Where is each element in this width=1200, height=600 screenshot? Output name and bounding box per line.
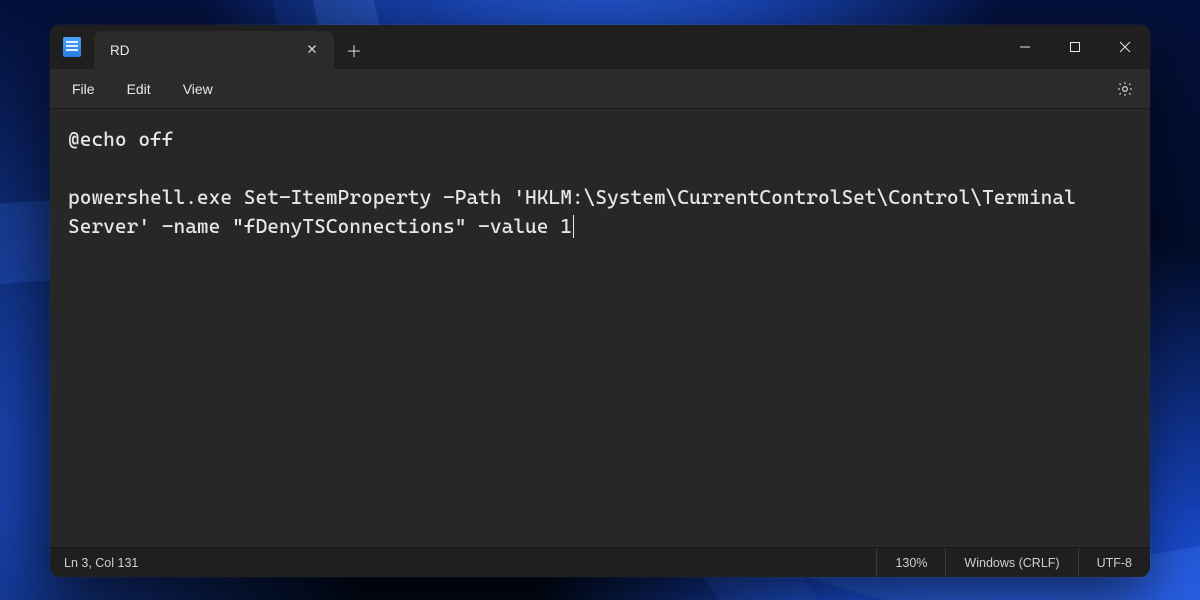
- close-window-button[interactable]: [1100, 25, 1150, 69]
- window-controls: [1000, 25, 1150, 69]
- notepad-icon: [63, 37, 81, 57]
- titlebar-drag-region[interactable]: [374, 25, 1000, 69]
- tab-active[interactable]: RD ✕: [94, 31, 334, 69]
- statusbar: Ln 3, Col 131 130% Windows (CRLF) UTF-8: [50, 547, 1150, 577]
- tab-title: RD: [110, 43, 290, 58]
- minimize-button[interactable]: [1000, 25, 1050, 69]
- status-line-ending[interactable]: Windows (CRLF): [945, 548, 1077, 577]
- editor-content: @echo off powershell.exe Set-ItemPropert…: [68, 127, 1088, 238]
- menu-view[interactable]: View: [169, 75, 227, 103]
- tab-close-button[interactable]: ✕: [300, 38, 324, 62]
- minimize-icon: [1019, 41, 1031, 53]
- close-icon: [1119, 41, 1131, 53]
- status-encoding[interactable]: UTF-8: [1078, 548, 1150, 577]
- menubar: File Edit View: [50, 69, 1150, 109]
- status-cursor-position: Ln 3, Col 131: [50, 548, 156, 577]
- text-editor[interactable]: @echo off powershell.exe Set-ItemPropert…: [50, 109, 1150, 547]
- gear-icon: [1116, 80, 1134, 98]
- notepad-app-icon: [50, 25, 94, 69]
- menu-edit[interactable]: Edit: [113, 75, 165, 103]
- settings-button[interactable]: [1108, 72, 1142, 106]
- maximize-icon: [1069, 41, 1081, 53]
- new-tab-button[interactable]: ＋: [334, 31, 374, 69]
- notepad-window: RD ✕ ＋ File Edit View @echo o: [50, 25, 1150, 577]
- menu-file[interactable]: File: [58, 75, 109, 103]
- text-caret: [573, 215, 574, 238]
- titlebar[interactable]: RD ✕ ＋: [50, 25, 1150, 69]
- maximize-button[interactable]: [1050, 25, 1100, 69]
- status-zoom[interactable]: 130%: [876, 548, 945, 577]
